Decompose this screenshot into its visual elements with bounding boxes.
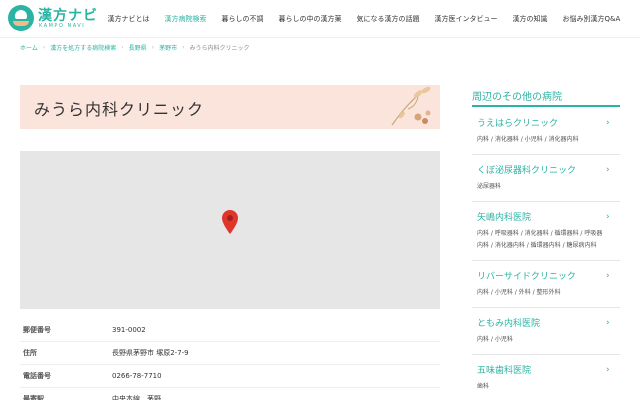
nav-item-1[interactable]: 漢方病院検索 [157, 0, 214, 38]
chevron-right-icon: › [606, 365, 610, 375]
clinic-info-table: 郵便番号 391-0002 住所 長野県茅野市 塚原2-7-9 電話番号 0266-78-… [20, 319, 440, 400]
breadcrumb-separator-icon: › [182, 44, 185, 51]
logo-subtitle: KAMPO NAVI [39, 23, 86, 29]
breadcrumb-link[interactable]: 茅野市 [159, 43, 177, 52]
nearby-hospital-list: うえはらクリニック 内科 / 消化器科 / 小児科 / 消化器内科 › くぼ泌尿器科ク… [472, 108, 620, 400]
breadcrumb-link[interactable]: 漢方を処方する病院検索 [50, 43, 116, 52]
nearby-hospital-item[interactable]: うえはらクリニック内科 / 消化器科 / 小児科 / 消化器内科 › [472, 108, 620, 155]
info-value: 391-0002 [112, 326, 146, 334]
hospital-name-link[interactable]: リバーサイドクリニック [477, 269, 606, 282]
page-title: みうら内科クリニック [34, 100, 205, 119]
nav-item-5[interactable]: 漢方医インタビュー [427, 0, 505, 38]
info-label: 住所 [23, 349, 37, 357]
info-row: 最寄駅 中央本線 茅野 [20, 388, 440, 400]
nearby-hospital-item[interactable]: 五味歯科医院歯科 › [472, 355, 620, 400]
chevron-right-icon: › [606, 271, 610, 281]
site-header: 漢方ナビ KAMPO NAVI 漢方ナビとは 漢方病院検索 暮らしの不調 暮らしの中の… [0, 0, 640, 38]
info-label: 郵便番号 [23, 326, 51, 334]
hospital-name-link[interactable]: 矢嶋内科医院 [477, 210, 606, 223]
nav-item-0[interactable]: 漢方ナビとは [100, 0, 157, 38]
nav-item-6[interactable]: 漢方の知識 [505, 0, 555, 38]
main-nav: 漢方ナビとは 漢方病院検索 暮らしの不調 暮らしの中の漢方薬 気になる漢方の話題 漢方医イ… [100, 0, 628, 38]
sidebar-title: 周辺のその他の病院 [472, 92, 562, 103]
site-logo[interactable]: 漢方ナビ KAMPO NAVI [8, 4, 98, 34]
nearby-hospital-item[interactable]: ともみ内科医院内科 / 小児科 › [472, 308, 620, 355]
info-label: 電話番号 [23, 372, 51, 380]
info-row: 住所 長野県茅野市 塚原2-7-9 [20, 342, 440, 365]
hospital-departments: 内科 / 小児科 [477, 336, 513, 343]
nav-item-4[interactable]: 気になる漢方の話題 [349, 0, 427, 38]
herb-illustration-icon [391, 86, 431, 126]
info-value: 0266-78-7710 [112, 372, 162, 380]
chevron-right-icon: › [606, 212, 610, 222]
hospital-name-link[interactable]: うえはらクリニック [477, 116, 606, 129]
hospital-name-link[interactable]: くぼ泌尿器科クリニック [477, 163, 606, 176]
nav-item-2[interactable]: 暮らしの不調 [214, 0, 271, 38]
breadcrumb-link[interactable]: 長野県 [129, 43, 147, 52]
logo-title: 漢方ナビ [38, 8, 98, 24]
sidebar-divider [472, 105, 620, 107]
hospital-departments: 内科 / 呼吸器科 / 消化器科 / 循環器科 / 呼吸器内科 / 消化器内科 … [477, 230, 603, 249]
breadcrumb-current: みうら内科クリニック [189, 45, 250, 52]
nearby-hospital-item[interactable]: 矢嶋内科医院内科 / 呼吸器科 / 消化器科 / 循環器科 / 呼吸器内科 / … [472, 202, 620, 261]
hospital-name-link[interactable]: 五味歯科医院 [477, 363, 606, 376]
kampo-pot-logo-icon [8, 5, 34, 31]
hospital-departments: 内科 / 小児科 / 外科 / 整形外科 [477, 289, 561, 296]
breadcrumb-separator-icon: › [151, 44, 155, 51]
chevron-right-icon: › [606, 318, 610, 328]
nearby-hospital-item[interactable]: リバーサイドクリニック内科 / 小児科 / 外科 / 整形外科 › [472, 261, 620, 308]
info-row: 電話番号 0266-78-7710 [20, 365, 440, 388]
clinic-map[interactable] [20, 151, 440, 309]
breadcrumb-separator-icon: › [121, 44, 124, 51]
breadcrumb-separator-icon: › [42, 44, 46, 51]
info-label: 最寄駅 [23, 395, 44, 400]
info-row: 郵便番号 391-0002 [20, 319, 440, 342]
info-value: 中央本線 茅野 [112, 395, 161, 400]
breadcrumb: ホーム › 漢方を処方する病院検索 › 長野県 › 茅野市 › みうら内科クリニック [20, 43, 250, 52]
chevron-right-icon: › [606, 165, 610, 175]
nav-item-7[interactable]: お悩み別漢方Q&A [555, 0, 628, 38]
hospital-departments: 泌尿器科 [477, 183, 502, 190]
info-value: 長野県茅野市 塚原2-7-9 [112, 349, 189, 357]
hospital-departments: 内科 / 消化器科 / 小児科 / 消化器内科 [477, 136, 579, 143]
map-pin-icon[interactable] [221, 209, 239, 235]
nav-item-3[interactable]: 暮らしの中の漢方薬 [271, 0, 349, 38]
hospital-name-link[interactable]: ともみ内科医院 [477, 316, 606, 329]
nearby-hospital-item[interactable]: くぼ泌尿器科クリニック泌尿器科 › [472, 155, 620, 202]
clinic-title-banner: みうら内科クリニック [20, 85, 440, 129]
hospital-departments: 歯科 [477, 383, 490, 390]
breadcrumb-link[interactable]: ホーム [20, 43, 38, 52]
chevron-right-icon: › [606, 118, 610, 128]
